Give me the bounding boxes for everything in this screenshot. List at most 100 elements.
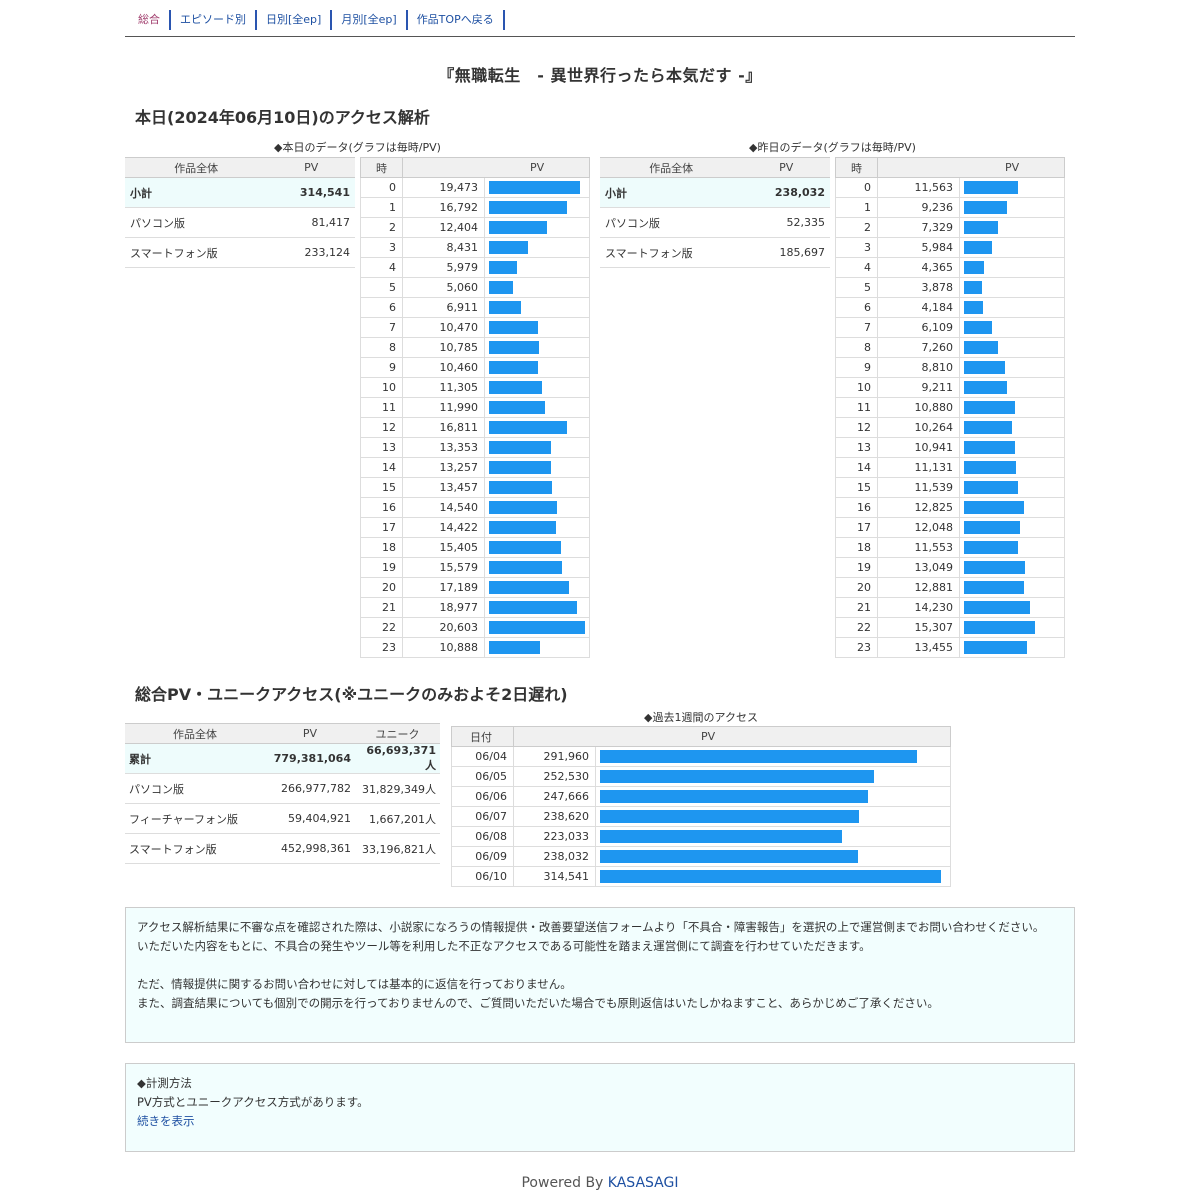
pv-cell: 14,422 bbox=[402, 517, 485, 538]
weekly-table: 日付 PV 06/04 291,960 06/05 252,530 06/06 247,66… bbox=[451, 726, 951, 887]
bar-cell bbox=[484, 177, 590, 198]
row-label: フィーチャーフォン版 bbox=[125, 803, 265, 834]
pv-cell: 12,881 bbox=[877, 577, 960, 598]
show-more-link[interactable]: 続きを表示 bbox=[137, 1114, 195, 1128]
pv-bar bbox=[489, 201, 567, 214]
bar-cell bbox=[959, 177, 1065, 198]
pv-bar bbox=[489, 301, 521, 314]
pv-cell: 8,810 bbox=[877, 357, 960, 378]
pv-bar bbox=[964, 541, 1018, 554]
hour-cell: 8 bbox=[835, 337, 878, 358]
today-hourly-table: 時 PV 0 19,473 1 16,792 2 12,404 3 8,431 4 5,979 5 5,… bbox=[360, 157, 590, 658]
hour-cell: 12 bbox=[835, 417, 878, 438]
bar-cell bbox=[959, 477, 1065, 498]
total-heading: 総合PV・ユニークアクセス(※ユニークのみおよそ2日遅れ) bbox=[135, 685, 568, 704]
column-header: PV bbox=[513, 726, 951, 747]
column-header: PV bbox=[742, 157, 830, 178]
pv-bar bbox=[489, 461, 551, 474]
table-row: 06/08 223,033 bbox=[451, 826, 951, 847]
pv-bar bbox=[964, 301, 983, 314]
bar-cell bbox=[959, 537, 1065, 558]
table-row: 15 13,457 bbox=[360, 477, 590, 498]
pv-bar bbox=[489, 261, 517, 274]
nav-by-episode[interactable]: エピソード別 bbox=[171, 10, 257, 30]
pv-cell: 10,785 bbox=[402, 337, 485, 358]
table-row: 11 11,990 bbox=[360, 397, 590, 418]
nav-monthly[interactable]: 月別[全ep] bbox=[332, 10, 408, 30]
date-cell: 06/08 bbox=[451, 826, 514, 847]
table-row: 小計 238,032 bbox=[600, 177, 830, 208]
table-row: 5 5,060 bbox=[360, 277, 590, 298]
pv-bar bbox=[489, 541, 561, 554]
row-label: 累計 bbox=[125, 743, 265, 774]
nav-back-to-work-top[interactable]: 作品TOPへ戻る bbox=[408, 10, 505, 30]
bar-cell bbox=[484, 617, 590, 638]
table-row: 4 5,979 bbox=[360, 257, 590, 278]
bar-cell bbox=[959, 317, 1065, 338]
table-row: 0 11,563 bbox=[835, 177, 1065, 198]
pv-bar bbox=[964, 601, 1030, 614]
footer: Powered By KASASAGI bbox=[125, 1175, 1075, 1191]
footer-prefix: Powered By bbox=[521, 1175, 608, 1191]
pv-bar bbox=[600, 770, 874, 783]
hour-cell: 10 bbox=[360, 377, 403, 398]
nav-daily[interactable]: 日別[全ep] bbox=[257, 10, 333, 30]
bar-cell bbox=[484, 517, 590, 538]
pv-bar bbox=[489, 621, 585, 634]
table-row: 9 10,460 bbox=[360, 357, 590, 378]
table-row: 13 13,353 bbox=[360, 437, 590, 458]
kasasagi-link[interactable]: KASASAGI bbox=[608, 1175, 679, 1191]
pv-bar bbox=[489, 521, 556, 534]
hour-cell: 20 bbox=[360, 577, 403, 598]
column-header: PV bbox=[265, 723, 355, 744]
table-row: パソコン版 52,335 bbox=[600, 207, 830, 238]
table-row: 06/05 252,530 bbox=[451, 766, 951, 787]
hour-cell: 13 bbox=[360, 437, 403, 458]
row-label: スマートフォン版 bbox=[600, 237, 743, 268]
hour-cell: 0 bbox=[360, 177, 403, 198]
nav-overall[interactable]: 総合 bbox=[130, 10, 171, 30]
pv-bar bbox=[964, 361, 1005, 374]
pv-cell: 12,404 bbox=[402, 217, 485, 238]
table-row: 14 13,257 bbox=[360, 457, 590, 478]
table-row: スマートフォン版 233,124 bbox=[125, 237, 355, 268]
row-pv: 779,381,064 bbox=[265, 743, 355, 774]
row-value: 81,417 bbox=[267, 207, 355, 238]
table-row: 3 8,431 bbox=[360, 237, 590, 258]
hour-cell: 5 bbox=[360, 277, 403, 298]
date-cell: 06/07 bbox=[451, 806, 514, 827]
pv-bar bbox=[964, 481, 1018, 494]
table-row: 18 11,553 bbox=[835, 537, 1065, 558]
pv-bar bbox=[489, 321, 538, 334]
measurement-box: ◆計測方法 PV方式とユニークアクセス方式があります。 続きを表示 bbox=[125, 1063, 1075, 1152]
table-row: 21 14,230 bbox=[835, 597, 1065, 618]
total-table: 作品全体 PV ユニーク 累計 779,381,064 66,693,371人 パソ… bbox=[125, 723, 440, 864]
pv-cell: 9,211 bbox=[877, 377, 960, 398]
measurement-title: ◆計測方法 bbox=[137, 1076, 192, 1090]
pv-bar bbox=[964, 281, 982, 294]
bar-cell bbox=[595, 866, 951, 887]
pv-bar bbox=[964, 261, 984, 274]
hour-cell: 23 bbox=[835, 637, 878, 658]
bar-cell bbox=[484, 397, 590, 418]
column-header: 時 bbox=[835, 157, 878, 178]
bar-cell bbox=[959, 557, 1065, 578]
bar-cell bbox=[959, 457, 1065, 478]
pv-cell: 13,457 bbox=[402, 477, 485, 498]
hour-cell: 7 bbox=[835, 317, 878, 338]
date-cell: 06/10 bbox=[451, 866, 514, 887]
hour-cell: 13 bbox=[835, 437, 878, 458]
pv-cell: 11,131 bbox=[877, 457, 960, 478]
date-cell: 06/04 bbox=[451, 746, 514, 767]
pv-bar bbox=[489, 401, 545, 414]
bar-cell bbox=[595, 766, 951, 787]
table-row: 15 11,539 bbox=[835, 477, 1065, 498]
pv-cell: 19,473 bbox=[402, 177, 485, 198]
pv-cell: 5,060 bbox=[402, 277, 485, 298]
pv-bar bbox=[600, 810, 859, 823]
today-summary-table: 作品全体 PV 小計 314,541 パソコン版 81,417 スマートフォン版 233… bbox=[125, 157, 355, 268]
bar-cell bbox=[959, 237, 1065, 258]
pv-cell: 15,405 bbox=[402, 537, 485, 558]
pv-cell: 291,960 bbox=[513, 746, 596, 767]
table-row: 12 10,264 bbox=[835, 417, 1065, 438]
